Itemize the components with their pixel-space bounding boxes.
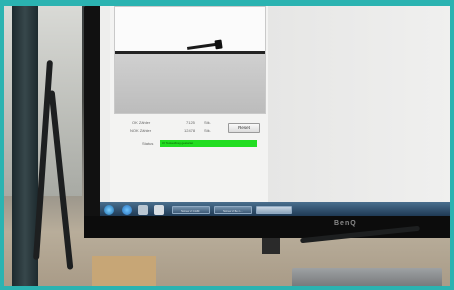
monitor-screen: OK Zähler 7125 Stk. NOK Zähler 12478 Stk… bbox=[100, 6, 454, 202]
start-orb-icon[interactable] bbox=[104, 205, 114, 215]
ok-counter-label: OK Zähler bbox=[132, 120, 151, 125]
ok-counter-value: 7125 bbox=[186, 120, 195, 125]
app-panel: OK Zähler 7125 Stk. NOK Zähler 12478 Stk… bbox=[110, 6, 269, 202]
status-indicator: iO Testauftrag gestartet bbox=[160, 140, 257, 147]
empty-screen-area bbox=[268, 6, 454, 202]
metal-tray bbox=[292, 268, 442, 290]
monitor-stand bbox=[262, 238, 280, 254]
preview-lower bbox=[115, 54, 265, 113]
app-icon[interactable] bbox=[138, 205, 148, 215]
taskbar-window-2[interactable]: Screw 2 fle n... bbox=[214, 206, 252, 214]
browser-icon[interactable] bbox=[122, 205, 132, 215]
nok-counter-unit: Stk. bbox=[204, 128, 211, 133]
ok-counter-unit: Stk. bbox=[204, 120, 211, 125]
reset-button[interactable]: Reset bbox=[228, 123, 260, 133]
taskbar-window-1[interactable]: Screw 2 CAM bbox=[172, 206, 210, 214]
camera-preview bbox=[114, 6, 266, 114]
nok-counter-value: 12478 bbox=[184, 128, 196, 133]
status-label: Status bbox=[142, 141, 154, 146]
cardboard-box bbox=[92, 256, 156, 290]
monitor-brand-logo: BenQ bbox=[334, 220, 357, 227]
taskbar-window-3[interactable] bbox=[256, 206, 292, 214]
brand-text: BenQ bbox=[334, 220, 357, 227]
taskbar: Screw 2 CAM Screw 2 fle n... bbox=[100, 202, 454, 216]
screw-image bbox=[186, 39, 223, 50]
folder-icon[interactable] bbox=[154, 205, 164, 215]
nok-counter-label: NOK Zähler bbox=[130, 128, 152, 133]
